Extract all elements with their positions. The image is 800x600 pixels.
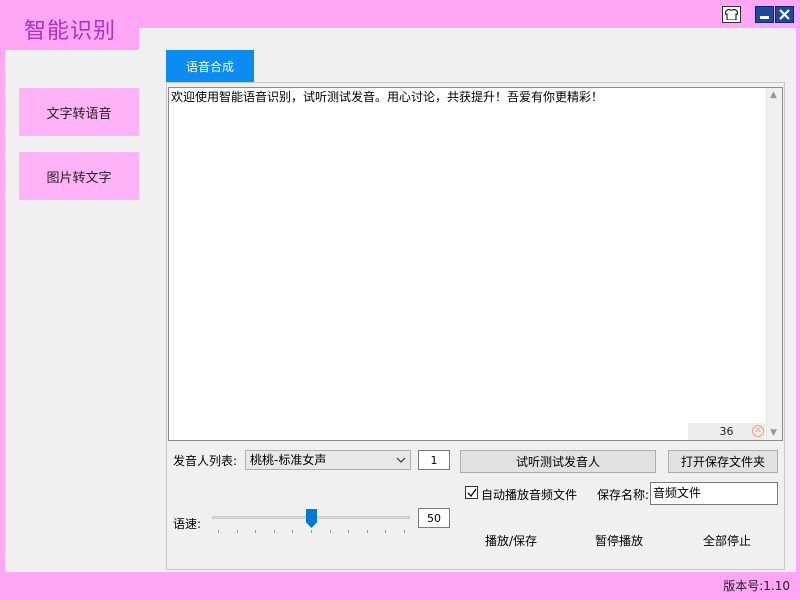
preview-voice-button[interactable]: 试听测试发音人 [460, 450, 656, 473]
app-title: 智能识别 [24, 19, 117, 44]
voice-select[interactable]: 桃桃-标准女声 [245, 450, 411, 470]
chevron-down-icon [396, 451, 406, 476]
minimize-icon [760, 15, 769, 19]
checkmark-icon [467, 488, 477, 497]
slider-tick [366, 530, 368, 533]
text-input-area[interactable]: 欢迎使用智能语音识别，试听测试发音。用心讨论，共获提升！吾爱有你更精彩！ ▲ ▼ [168, 87, 783, 441]
scroll-down-icon[interactable]: ▼ [770, 428, 777, 438]
stop-all-button[interactable]: 全部停止 [698, 530, 756, 550]
pause-button[interactable]: 暂停播放 [590, 530, 648, 550]
speed-label: 语速: [173, 517, 202, 531]
shirt-icon[interactable] [722, 6, 741, 23]
tab-label: 语音合成 [185, 59, 234, 74]
auto-play-checkbox[interactable] [465, 486, 478, 499]
speed-value-field[interactable]: 50 [418, 508, 450, 528]
voice-count-field[interactable]: 1 [418, 450, 450, 470]
version-label: 版本号:1.10 [723, 579, 790, 593]
play-save-button[interactable]: 播放/保存 [478, 530, 544, 550]
voice-list-label: 发音人列表: [173, 454, 238, 468]
slider-tick [273, 530, 275, 533]
voice-selected-value: 桃桃-标准女声 [250, 453, 327, 467]
slider-tick [236, 530, 238, 533]
sidebar-item-label: 文字转语音 [46, 106, 112, 122]
close-button[interactable] [775, 6, 794, 23]
vertical-scrollbar[interactable]: ▲ ▼ [766, 88, 782, 440]
sidebar-item-label: 图片转文字 [46, 170, 112, 186]
slider-tick [311, 530, 312, 533]
slider-tick [348, 530, 350, 533]
slider-tick [218, 530, 219, 533]
open-folder-button[interactable]: 打开保存文件夹 [668, 450, 778, 473]
sidebar-item-image-to-text[interactable]: 图片转文字 [19, 152, 139, 200]
save-name-label: 保存名称: [597, 488, 650, 502]
slider-tick [255, 530, 257, 533]
slider-tick [404, 530, 405, 533]
sidebar-item-text-to-speech[interactable]: 文字转语音 [19, 88, 139, 136]
title-tab: 智能识别 [5, 2, 139, 50]
editor-text: 欢迎使用智能语音识别，试听测试发音。用心讨论，共获提升！吾爱有你更精彩！ [171, 90, 604, 104]
app-window: 智能识别 文字转语音 图片转文字 语音合成 欢迎使用智能语音识别，试听测试发音。… [0, 0, 800, 600]
close-icon [779, 9, 790, 20]
save-name-input[interactable]: 音频文件 [650, 482, 778, 505]
slider-tick [329, 530, 331, 533]
clear-icon[interactable]: ✕ [752, 425, 764, 437]
slider-tick [292, 530, 294, 533]
auto-play-label: 自动播放音频文件 [481, 488, 578, 502]
minimize-button[interactable] [755, 6, 774, 23]
slider-tick [385, 530, 387, 533]
tab-speech-synthesis[interactable]: 语音合成 [166, 50, 254, 82]
scroll-up-icon[interactable]: ▲ [770, 90, 777, 100]
